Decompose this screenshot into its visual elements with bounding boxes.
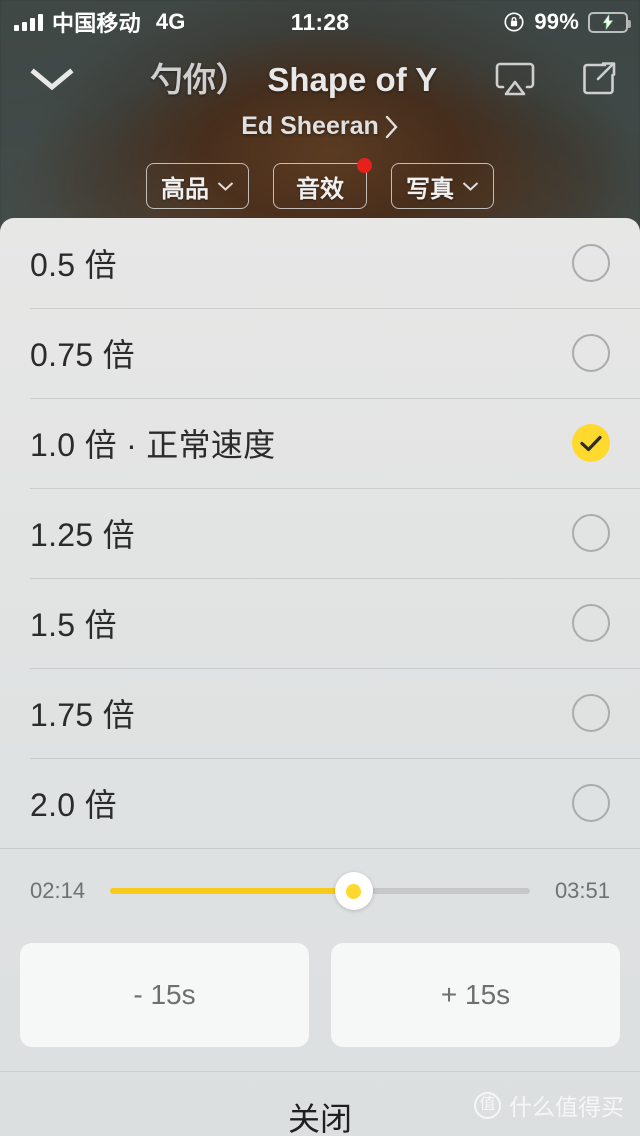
skip-forward-button[interactable]: + 15s [331, 943, 620, 1047]
notification-badge-dot [357, 158, 372, 173]
skip-button-row: - 15s + 15s [0, 933, 640, 1047]
speed-option-label: 1.25 倍 [30, 517, 135, 553]
speed-option-row[interactable]: 1.5 倍 [0, 578, 640, 668]
quality-pill[interactable]: 高品 [146, 163, 249, 209]
radio-unselected-icon[interactable] [572, 244, 610, 282]
quality-pill-label: 高品 [161, 175, 209, 203]
clock-label: 11:28 [290, 8, 350, 35]
track-title-prefix: 勺你） [150, 61, 249, 98]
artist-label: Ed Sheeran [241, 112, 379, 140]
battery-charging-icon [588, 11, 631, 33]
speed-option-label: 2.0 倍 [30, 787, 117, 823]
radio-unselected-icon[interactable] [572, 694, 610, 732]
player-pill-row: 高品 音效 写真 [0, 158, 640, 209]
playback-speed-sheet: 0.5 倍 0.75 倍 1.0 倍 · 正常速度 1.25 倍 1.5 倍 1… [0, 218, 640, 1136]
artist-button[interactable]: Ed Sheeran [0, 112, 640, 141]
radio-unselected-icon[interactable] [572, 784, 610, 822]
sound-effects-pill-label: 音效 [296, 175, 344, 203]
speed-option-label: 0.5 倍 [30, 247, 117, 283]
progress-thumb[interactable] [334, 872, 373, 910]
watermark: 值 什么值得买 [474, 1088, 624, 1122]
track-title: 勺你） Shape of Y [150, 58, 480, 102]
speed-option-row-selected[interactable]: 1.0 倍 · 正常速度 [0, 398, 640, 488]
divider [0, 848, 640, 849]
speed-option-row[interactable]: 1.25 倍 [0, 488, 640, 578]
speed-option-label: 0.75 倍 [30, 337, 135, 373]
elapsed-time-label: 02:14 [30, 878, 86, 903]
progress-fill [110, 888, 354, 894]
chevron-right-icon [385, 115, 398, 138]
lightning-bolt-icon [602, 14, 614, 30]
airplay-button[interactable] [492, 56, 538, 102]
speed-option-row[interactable]: 0.5 倍 [0, 218, 640, 308]
chevron-down-icon [217, 181, 234, 191]
radio-unselected-icon[interactable] [572, 334, 610, 372]
airplay-icon [495, 62, 535, 96]
watermark-text: 什么值得买 [509, 1094, 624, 1120]
chevron-down-icon [462, 181, 479, 191]
check-icon [580, 435, 602, 451]
speed-option-label: 1.5 倍 [30, 607, 117, 643]
radio-unselected-icon[interactable] [572, 604, 610, 642]
speed-option-label: 1.0 倍 · 正常速度 [30, 427, 276, 463]
progress-slider[interactable] [110, 872, 530, 910]
share-icon [583, 62, 616, 95]
status-bar: 中国移动 4G 11:28 99% [0, 0, 640, 44]
speed-option-row[interactable]: 0.75 倍 [0, 308, 640, 398]
player-screen: 中国移动 4G 11:28 99% 勺你） Shape of Y Ed Shee… [0, 0, 640, 1136]
speed-option-label: 1.75 倍 [30, 697, 135, 733]
radio-selected-icon[interactable] [572, 424, 610, 462]
photo-pill-label: 写真 [406, 175, 454, 203]
playback-progress: 02:14 03:51 [0, 849, 640, 933]
share-button[interactable] [576, 56, 622, 102]
track-title-main: Shape of Y [267, 61, 438, 98]
chevron-down-icon [30, 68, 74, 91]
player-header-actions [492, 56, 622, 102]
photo-pill[interactable]: 写真 [391, 163, 494, 209]
player-header: 勺你） Shape of Y Ed Sheeran 高品 音效 写真 [0, 44, 640, 220]
total-time-label: 03:51 [554, 878, 610, 903]
speed-option-row[interactable]: 1.75 倍 [0, 668, 640, 758]
watermark-logo-icon: 值 [474, 1091, 501, 1119]
skip-backward-button[interactable]: - 15s [20, 943, 309, 1047]
speed-option-row[interactable]: 2.0 倍 [0, 758, 640, 848]
close-sheet-label: 关闭 [287, 1101, 352, 1136]
sound-effects-pill[interactable]: 音效 [273, 158, 372, 209]
collapse-player-button[interactable] [22, 50, 82, 110]
radio-unselected-icon[interactable] [572, 514, 610, 552]
